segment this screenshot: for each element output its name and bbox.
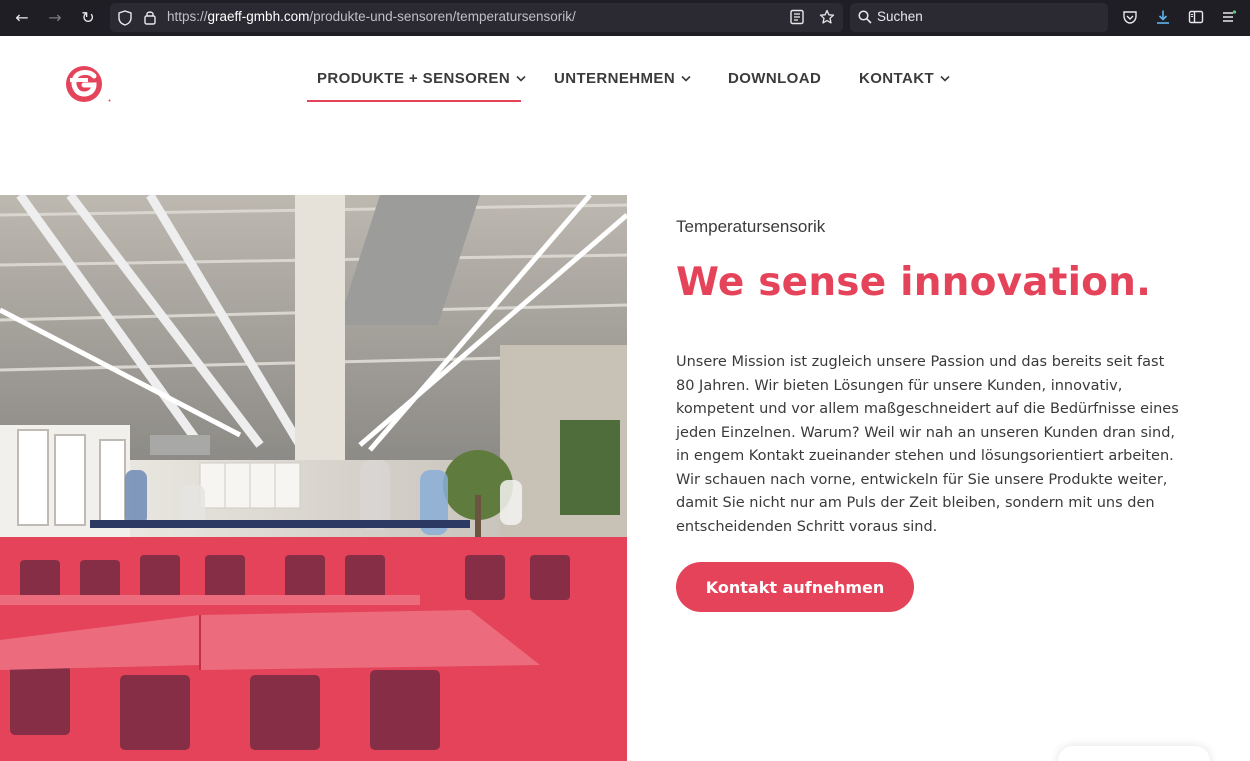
nav-item-download[interactable]: DOWNLOAD xyxy=(728,70,821,87)
nav-item-label: KONTAKT xyxy=(859,70,935,87)
forward-arrow-icon[interactable]: → xyxy=(45,8,65,28)
reader-view-icon[interactable] xyxy=(789,9,805,25)
search-bar[interactable]: Suchen xyxy=(850,3,1108,32)
browser-toolbar: ← → ↻ https://graeff-gmbh.com/produkte-u… xyxy=(0,0,1250,36)
contact-cta-button[interactable]: Kontakt aufnehmen xyxy=(676,562,914,612)
pocket-icon[interactable] xyxy=(1122,9,1138,25)
chevron-down-icon xyxy=(681,75,691,82)
menu-icon[interactable] xyxy=(1221,9,1237,25)
back-arrow-icon[interactable]: ← xyxy=(12,8,32,28)
tracking-shield-icon[interactable] xyxy=(118,10,132,26)
hero-image xyxy=(0,195,627,761)
nav-item-kontakt[interactable]: KONTAKT xyxy=(859,70,950,87)
url-prefix: https:// xyxy=(167,9,208,24)
nav-item-unternehmen[interactable]: UNTERNEHMEN xyxy=(554,70,691,87)
nav-item-label: PRODUKTE + SENSOREN xyxy=(317,70,511,87)
office-photo xyxy=(0,195,627,761)
address-bar[interactable]: https://graeff-gmbh.com/produkte-und-sen… xyxy=(110,3,843,32)
hero-body-text: Unsere Mission ist zugleich unsere Passi… xyxy=(676,354,1179,535)
lock-icon[interactable] xyxy=(144,10,156,25)
nav-item-label: UNTERNEHMEN xyxy=(554,70,676,87)
sidebar-icon[interactable] xyxy=(1188,9,1204,25)
search-icon xyxy=(858,10,872,24)
active-nav-underline xyxy=(307,100,521,102)
nav-item-produkte-sensoren[interactable]: PRODUKTE + SENSOREN xyxy=(317,70,526,87)
nav-item-label: DOWNLOAD xyxy=(728,70,822,87)
hero-headline: We sense innovation. xyxy=(676,260,1152,305)
floating-widget[interactable] xyxy=(1058,746,1210,761)
chevron-down-icon xyxy=(940,75,950,82)
graeff-logo[interactable] xyxy=(62,62,112,104)
url-path: /produkte-und-sensoren/temperatursensori… xyxy=(309,9,576,24)
bookmark-star-icon[interactable] xyxy=(819,9,835,25)
reload-icon[interactable]: ↻ xyxy=(78,8,98,28)
url-text[interactable]: https://graeff-gmbh.com/produkte-und-sen… xyxy=(167,9,576,24)
url-host: graeff-gmbh.com xyxy=(207,9,310,24)
downloads-icon[interactable] xyxy=(1155,9,1171,25)
chevron-down-icon xyxy=(516,75,526,82)
section-eyebrow: Temperatursensorik xyxy=(676,217,826,236)
search-placeholder: Suchen xyxy=(877,9,923,24)
